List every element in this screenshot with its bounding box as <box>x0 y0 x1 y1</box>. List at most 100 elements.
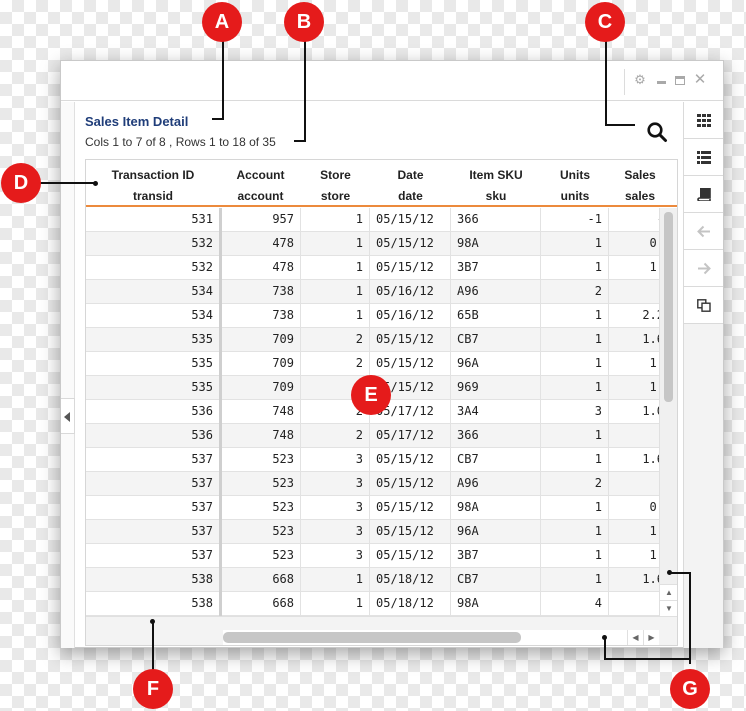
back-button[interactable] <box>684 213 723 250</box>
cell-store[interactable]: 1 <box>301 304 370 328</box>
table-row[interactable]: 537523305/15/1298A10. <box>86 496 659 520</box>
cell-sales[interactable]: 1.0 <box>609 400 659 424</box>
horizontal-scrollbar[interactable] <box>223 630 627 645</box>
table-row[interactable]: 538668105/18/12CB711.6 <box>86 568 659 592</box>
cell-account[interactable]: 523 <box>220 496 301 520</box>
cell-sku[interactable]: 96A <box>451 520 541 544</box>
vertical-scrollbar[interactable]: ▲ ▼ <box>659 208 677 616</box>
cell-date[interactable]: 05/15/12 <box>370 472 451 496</box>
cell-account[interactable]: 748 <box>220 400 301 424</box>
column-header-sku[interactable]: Item SKU sku <box>451 160 541 205</box>
cell-store[interactable]: 1 <box>301 232 370 256</box>
cell-sku[interactable]: A96 <box>451 280 541 304</box>
cell-sales[interactable]: 0. <box>609 496 659 520</box>
copy-button[interactable] <box>684 287 723 324</box>
cell-sales[interactable]: 2.2 <box>609 304 659 328</box>
cell-transid[interactable]: 534 <box>86 304 220 328</box>
column-header-date[interactable]: Date date <box>370 160 451 205</box>
cell-transid[interactable]: 536 <box>86 424 220 448</box>
table-row[interactable]: 532478105/15/123B711. <box>86 256 659 280</box>
cell-sales[interactable]: 1.6 <box>609 448 659 472</box>
cell-account[interactable]: 478 <box>220 232 301 256</box>
cell-date[interactable]: 05/15/12 <box>370 232 451 256</box>
table-row[interactable]: 531957105/15/12366-1- <box>86 208 659 232</box>
cell-sku[interactable]: 96A <box>451 352 541 376</box>
cell-transid[interactable]: 531 <box>86 208 220 232</box>
table-row[interactable]: 532478105/15/1298A10. <box>86 232 659 256</box>
table-row[interactable]: 537523305/15/12CB711.6 <box>86 448 659 472</box>
cell-account[interactable]: 709 <box>220 376 301 400</box>
cell-sku[interactable]: 969 <box>451 376 541 400</box>
cell-store[interactable]: 3 <box>301 472 370 496</box>
cell-date[interactable]: 05/15/12 <box>370 520 451 544</box>
cell-date[interactable]: 05/16/12 <box>370 280 451 304</box>
cell-transid[interactable]: 538 <box>86 568 220 592</box>
cell-units[interactable]: 4 <box>541 592 609 616</box>
cell-units[interactable]: -1 <box>541 208 609 232</box>
cell-account[interactable]: 738 <box>220 304 301 328</box>
cell-sku[interactable]: 98A <box>451 496 541 520</box>
cell-store[interactable]: 3 <box>301 496 370 520</box>
forward-button[interactable] <box>684 250 723 287</box>
cell-sales[interactable] <box>609 472 659 496</box>
cell-date[interactable]: 05/18/12 <box>370 568 451 592</box>
cell-transid[interactable]: 534 <box>86 280 220 304</box>
cell-units[interactable]: 1 <box>541 568 609 592</box>
collapse-left-button[interactable] <box>61 398 75 434</box>
cell-sales[interactable]: 1.6 <box>609 568 659 592</box>
scroll-left-button[interactable]: ◀ <box>627 630 643 645</box>
table-row[interactable]: 535709205/15/12CB711.6 <box>86 328 659 352</box>
cell-account[interactable]: 709 <box>220 328 301 352</box>
cell-sales[interactable] <box>609 592 659 616</box>
vertical-scroll-thumb[interactable] <box>664 212 673 402</box>
cell-account[interactable]: 523 <box>220 520 301 544</box>
cell-account[interactable]: 668 <box>220 592 301 616</box>
cell-units[interactable]: 1 <box>541 520 609 544</box>
cell-transid[interactable]: 537 <box>86 448 220 472</box>
cell-sku[interactable]: CB7 <box>451 328 541 352</box>
book-button[interactable] <box>684 176 723 213</box>
grid-view-button[interactable] <box>684 102 723 139</box>
cell-units[interactable]: 1 <box>541 376 609 400</box>
cell-sku[interactable]: 3A4 <box>451 400 541 424</box>
cell-account[interactable]: 523 <box>220 544 301 568</box>
cell-units[interactable]: 1 <box>541 232 609 256</box>
cell-store[interactable]: 2 <box>301 328 370 352</box>
cell-sales[interactable]: 1. <box>609 256 659 280</box>
cell-account[interactable]: 709 <box>220 352 301 376</box>
table-row[interactable]: 537523305/15/1296A11. <box>86 520 659 544</box>
maximize-icon[interactable] <box>675 76 685 85</box>
cell-sales[interactable] <box>609 280 659 304</box>
table-row[interactable]: 534 738 1 05/16/12 A96 2 <box>86 280 659 304</box>
cell-units[interactable]: 3 <box>541 400 609 424</box>
cell-sales[interactable]: 1.6 <box>609 328 659 352</box>
cell-units[interactable]: 1 <box>541 352 609 376</box>
cell-sales[interactable]: 1. <box>609 520 659 544</box>
cell-account[interactable]: 478 <box>220 256 301 280</box>
cell-date[interactable]: 05/15/12 <box>370 496 451 520</box>
cell-transid[interactable]: 535 <box>86 328 220 352</box>
table-row[interactable]: 538 668 1 05/18/12 98A 4 <box>86 592 659 616</box>
cell-account[interactable]: 523 <box>220 448 301 472</box>
cell-transid[interactable]: 538 <box>86 592 220 616</box>
cell-units[interactable]: 1 <box>541 424 609 448</box>
cell-units[interactable]: 1 <box>541 448 609 472</box>
cell-date[interactable]: 05/15/12 <box>370 352 451 376</box>
search-icon[interactable] <box>646 121 668 143</box>
cell-sku[interactable]: 366 <box>451 424 541 448</box>
frozen-column-divider[interactable] <box>219 208 222 645</box>
cell-transid[interactable]: 536 <box>86 400 220 424</box>
cell-transid[interactable]: 537 <box>86 496 220 520</box>
column-header-account[interactable]: Account account <box>220 160 301 205</box>
gear-icon[interactable]: ⚙ <box>633 72 647 88</box>
scroll-down-button[interactable]: ▼ <box>660 600 677 616</box>
table-row[interactable]: 536 748 2 05/17/12 366 1 <box>86 424 659 448</box>
cell-account[interactable]: 957 <box>220 208 301 232</box>
scroll-up-button[interactable]: ▲ <box>660 584 677 600</box>
cell-store[interactable]: 1 <box>301 280 370 304</box>
cell-store[interactable]: 3 <box>301 448 370 472</box>
minimize-icon[interactable] <box>657 81 666 84</box>
cell-store[interactable]: 3 <box>301 544 370 568</box>
cell-sku[interactable]: 65B <box>451 304 541 328</box>
cell-date[interactable]: 05/16/12 <box>370 304 451 328</box>
